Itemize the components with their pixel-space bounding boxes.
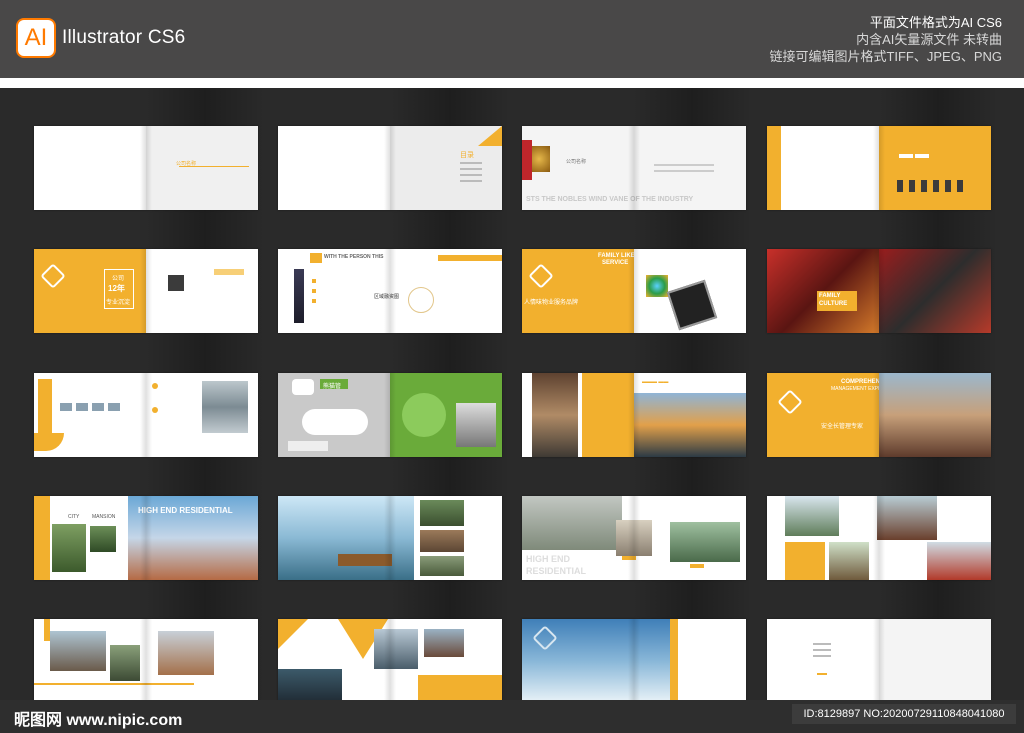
illustrator-logo-icon: AI — [16, 18, 56, 58]
r2c1-line3: 专业沉淀 — [106, 300, 131, 306]
image-id-badge: ID:8129897 NO:20200729110848041080 — [792, 704, 1016, 724]
watermark-text: 昵图网 www.nipic.com — [14, 712, 183, 729]
tablet-image — [666, 279, 718, 331]
header-bar: AI Illustrator CS6 平面文件格式为AI CS6 内含AI矢量源… — [0, 0, 1024, 78]
aerial-estate-photo — [522, 496, 622, 550]
spread-r1c1: 公司名称 — [34, 126, 258, 210]
residential-photo — [50, 631, 106, 671]
spread-r3c4: COMPREHENSIVE MANAGEMENT EXPERT 安全长管理专家 — [767, 373, 991, 457]
r3c4-banner-2: MANAGEMENT EXPERT — [831, 386, 889, 392]
spread-r2c2: WITH THE PERSON THIS 区域融资图 — [278, 249, 502, 333]
site-map-photo — [278, 669, 342, 700]
spread-r3c1 — [34, 373, 258, 457]
spread-r5c3 — [522, 619, 746, 700]
banner-text: STS THE NOBLES WIND VANE OF THE INDUSTRY — [526, 196, 694, 203]
r4c1-mansion: MANSION — [92, 514, 116, 520]
r2c4-banner-1: FAMILY — [819, 293, 841, 299]
spread-r5c1 — [34, 619, 258, 700]
spread-r1c2: 目录 — [278, 126, 502, 210]
product-photos — [456, 403, 496, 447]
buildings-photo — [879, 373, 991, 457]
spread-r2c3: FAMILY LIKE SERVICE 人情味物业服务品牌 — [522, 249, 746, 333]
garden-photo-small — [90, 526, 116, 552]
spread-r5c2 — [278, 619, 502, 700]
company-name-label: 公司名称 — [566, 159, 587, 165]
spread-r4c2 — [278, 496, 502, 580]
garden-photo — [52, 524, 86, 572]
contents-title: 目录 — [460, 152, 474, 159]
spread-r4c3: HIGH END RESIDENTIAL — [522, 496, 746, 580]
spread-r3c3: ▬▬▬ ▬▬ — [522, 373, 746, 457]
r2c2-banner: WITH THE PERSON THIS — [324, 254, 384, 260]
spread-r4c4 — [767, 496, 991, 580]
r2c4-banner-2: CULTURE — [819, 301, 848, 307]
r4c3-banner-1: HIGH END — [526, 554, 571, 564]
spread-r5c4 — [767, 619, 991, 700]
header-divider — [0, 78, 1024, 88]
villa-photo — [785, 496, 839, 536]
spread-r2c4: FAMILY CULTURE — [767, 249, 991, 333]
spread-r2c1: 公司 12年 专业沉淀 — [34, 249, 258, 333]
lake-view-photo — [278, 496, 414, 580]
r4c1-city: CITY — [68, 514, 80, 520]
r2c1-line1: 公司 — [112, 276, 125, 282]
r2c1-line2: 12年 — [108, 284, 125, 293]
r4c1-banner: HIGH END RESIDENTIAL — [138, 506, 233, 515]
spread-r1c3: 公司名称 STS THE NOBLES WIND VANE OF THE IND… — [522, 126, 746, 210]
brochure-preview-area: 公司名称 目录 公司名称 STS THE NOBLES WIND VANE OF… — [0, 88, 1024, 700]
person-photo — [294, 269, 304, 323]
colorful-bubbles-image — [646, 275, 668, 297]
r3c2-label: 熊猫管 — [323, 384, 342, 390]
city-skyline-photo — [634, 393, 746, 457]
r3c4-label: 安全长管理专家 — [821, 424, 864, 430]
r2c3-banner-2: SERVICE — [602, 260, 629, 266]
spread-r3c2: 熊猫管 — [278, 373, 502, 457]
r4c3-banner-2: RESIDENTIAL — [526, 566, 587, 576]
format-line-2: 内含AI矢量源文件 未转曲 — [856, 32, 1002, 47]
spread-r1c4 — [767, 126, 991, 210]
r2c3-banner-1: FAMILY LIKE — [598, 253, 635, 259]
format-line-3: 链接可编辑图片格式TIFF、JPEG、PNG — [769, 49, 1002, 64]
app-name: Illustrator CS6 — [62, 27, 186, 48]
panda-icon — [292, 379, 314, 395]
company-name-text: 公司名称 — [176, 161, 197, 167]
spread-r4c1: CITY MANSION HIGH END RESIDENTIAL — [34, 496, 258, 580]
staff-photo-collage — [532, 373, 578, 457]
r2c2-label: 区域融资图 — [374, 294, 400, 300]
format-line-1: 平面文件格式为AI CS6 — [869, 15, 1002, 30]
office-photos — [202, 381, 248, 433]
format-info: 平面文件格式为AI CS6 内含AI矢量源文件 未转曲 链接可编辑图片格式TIF… — [769, 14, 1002, 65]
r2c3-label: 人情味物业服务品牌 — [524, 300, 579, 306]
